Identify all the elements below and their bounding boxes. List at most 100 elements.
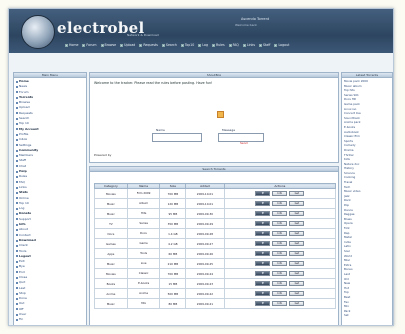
select-button[interactable]: ▼: [255, 231, 271, 236]
table-row: Games Game 4.2 GB 2009-09-27 ▼ Info Get: [94, 238, 337, 249]
name-cell[interactable]: Live: [126, 258, 161, 269]
nav-item-rules[interactable]: Rules: [212, 43, 225, 47]
nav-item-logout[interactable]: Logout: [274, 43, 289, 47]
nav-item-requests[interactable]: Requests: [139, 43, 158, 47]
date-cell: 2009-09-26: [185, 248, 225, 259]
info-button[interactable]: Info: [272, 211, 288, 216]
bullet-icon: [16, 160, 18, 163]
bullet-icon: [16, 170, 18, 173]
info-button[interactable]: Info: [272, 271, 288, 276]
get-button[interactable]: Get: [289, 291, 305, 296]
nav-label: Browse: [104, 43, 117, 47]
nav-item-home[interactable]: Home: [65, 43, 78, 47]
category-cell[interactable]: TV: [94, 218, 128, 229]
info-button[interactable]: Info: [272, 241, 288, 246]
nav-item-top10[interactable]: Top10: [180, 43, 195, 47]
name-cell[interactable]: Film 2009: [126, 188, 161, 199]
user-name[interactable]: Ascendo Torrent: [241, 17, 269, 21]
info-button[interactable]: Info: [272, 231, 288, 236]
category-cell[interactable]: Anime: [94, 288, 128, 299]
nav-item-links[interactable]: Links: [242, 43, 255, 47]
category-cell[interactable]: Music: [94, 198, 128, 209]
action-buttons: ▼ Info Get: [225, 291, 335, 296]
category-cell[interactable]: Music: [94, 208, 128, 219]
select-button[interactable]: ▼: [255, 291, 271, 296]
get-button[interactable]: Get: [289, 281, 305, 286]
bullet-icon: [16, 319, 18, 321]
menu-item[interactable]: Fin: [16, 317, 84, 322]
get-button[interactable]: Get: [289, 301, 305, 306]
select-button[interactable]: ▼: [255, 201, 271, 206]
table-row: Music Live 210 MB 2009-09-25 ▼ Info Get: [94, 258, 337, 269]
info-button[interactable]: Info: [272, 281, 288, 286]
name-cell[interactable]: Classic: [126, 268, 161, 279]
select-button[interactable]: ▼: [255, 221, 271, 226]
info-button[interactable]: Info: [272, 201, 288, 206]
nav-item-upload[interactable]: Upload: [120, 43, 135, 47]
name-cell[interactable]: E-books: [126, 278, 161, 289]
actions-cell: ▼ Info Get: [223, 228, 337, 239]
info-button[interactable]: Info: [272, 301, 288, 306]
bullet-icon: [16, 144, 18, 147]
name-cell[interactable]: Game: [126, 238, 161, 249]
get-button[interactable]: Get: [289, 261, 305, 266]
send-link[interactable]: Send: [240, 141, 248, 145]
select-button[interactable]: ▼: [255, 281, 271, 286]
table-row: Docs Docu 1.4 GB 2009-09-28 ▼ Info Get: [94, 228, 337, 239]
name-cell[interactable]: Hits: [126, 208, 161, 219]
category-cell[interactable]: Movies: [94, 188, 128, 199]
nav-item-forum[interactable]: Forum: [82, 43, 97, 47]
name-cell[interactable]: Tools: [126, 248, 161, 259]
info-button[interactable]: Info: [272, 191, 288, 196]
select-button[interactable]: ▼: [255, 271, 271, 276]
get-button[interactable]: Get: [289, 271, 305, 276]
select-button[interactable]: ▼: [255, 301, 271, 306]
nav-item-search[interactable]: Search: [161, 43, 177, 47]
select-button[interactable]: ▼: [255, 241, 271, 246]
select-button[interactable]: ▼: [255, 191, 271, 196]
table-row: Apps Tools 60 MB 2009-09-26 ▼ Info Get: [94, 248, 337, 259]
nav-icon: [120, 43, 124, 47]
nav-icon: [180, 43, 184, 47]
size-cell: 500 MB: [159, 288, 187, 299]
category-cell[interactable]: Movies: [94, 268, 128, 279]
action-buttons: ▼ Info Get: [225, 251, 335, 256]
nav-item-faq[interactable]: FAQ: [228, 43, 239, 47]
category-cell[interactable]: Apps: [94, 248, 128, 259]
name-cell[interactable]: Mix: [126, 298, 161, 309]
category-cell[interactable]: Music: [94, 258, 128, 269]
info-button[interactable]: Info: [272, 261, 288, 266]
get-button[interactable]: Get: [289, 191, 305, 196]
category-cell[interactable]: Docs: [94, 228, 128, 239]
latest-item[interactable]: Set: [344, 313, 390, 318]
name-cell[interactable]: Docu: [126, 228, 161, 239]
get-button[interactable]: Get: [289, 201, 305, 206]
bullet-icon: [16, 207, 18, 210]
select-button[interactable]: ▼: [255, 251, 271, 256]
get-button[interactable]: Get: [289, 231, 305, 236]
name-cell[interactable]: Album: [126, 198, 161, 209]
name-field[interactable]: [152, 133, 202, 142]
get-button[interactable]: Get: [289, 211, 305, 216]
warning-icon: [217, 111, 224, 118]
get-button[interactable]: Get: [289, 221, 305, 226]
info-button[interactable]: Info: [272, 291, 288, 296]
category-cell[interactable]: Music: [94, 298, 128, 309]
info-button[interactable]: Info: [272, 221, 288, 226]
select-button[interactable]: ▼: [255, 261, 271, 266]
info-button[interactable]: Info: [272, 251, 288, 256]
shoutbox-footer: Powered by: [94, 153, 112, 157]
nav-item-staff[interactable]: Staff: [259, 43, 270, 47]
name-cell[interactable]: Series: [126, 218, 161, 229]
nav-item-browse[interactable]: Browse: [100, 43, 117, 47]
category-cell[interactable]: Games: [94, 238, 128, 249]
nav-item-log[interactable]: Log: [198, 43, 208, 47]
bullet-icon: [16, 138, 18, 141]
name-cell[interactable]: Anime: [126, 288, 161, 299]
get-button[interactable]: Get: [289, 241, 305, 246]
get-button[interactable]: Get: [289, 251, 305, 256]
nav-label: Top10: [184, 43, 195, 47]
select-button[interactable]: ▼: [255, 211, 271, 216]
category-cell[interactable]: Books: [94, 278, 128, 289]
bullet-icon: [16, 80, 18, 83]
